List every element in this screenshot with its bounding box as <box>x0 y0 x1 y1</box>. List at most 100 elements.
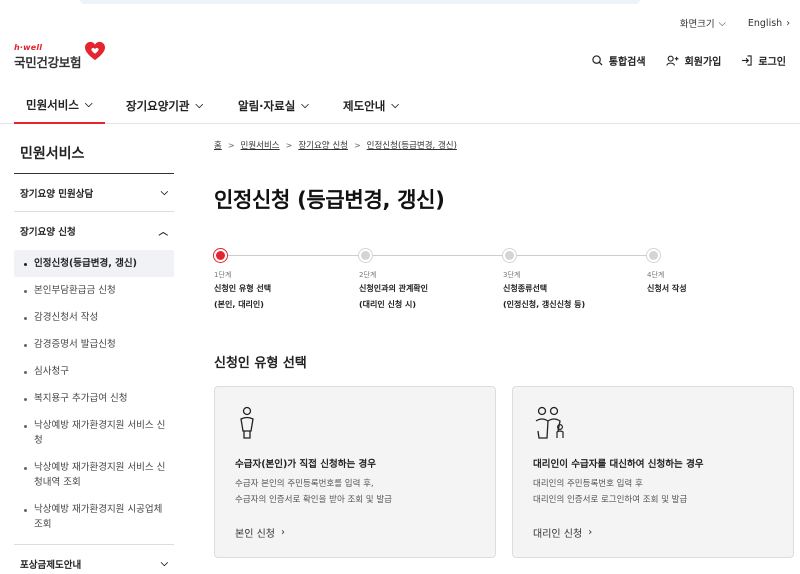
card-link-label: 대리인 신청 <box>533 529 583 540</box>
utility-bar: 화면크기 ⌵ English › <box>679 16 790 31</box>
language-label: English <box>747 17 783 29</box>
step-dot <box>503 249 516 262</box>
card-desc: 대리인의 인증서로 로그인하여 조회 및 발급 <box>533 495 688 505</box>
login-icon <box>742 55 753 66</box>
sidebar-group-label: 장기요양 신청 <box>20 227 76 238</box>
self-apply-card[interactable]: 수급자(본인)가 직접 신청하는 경우 수급자 본인의 주민등록번호를 입력 후… <box>214 386 496 558</box>
chevron-right-icon: > <box>353 140 361 150</box>
gnb-label: 민원서비스 <box>26 98 79 112</box>
chevron-down-icon: ⌵ <box>160 187 168 198</box>
search-button[interactable]: 통합검색 <box>592 53 646 68</box>
step-sublabel: (대리인 신청 시) <box>359 300 417 309</box>
sidebar-group-reward[interactable]: 포상금제도안내 ⌵ <box>14 545 174 574</box>
sidebar-item-refund[interactable]: 본인부담환급금 신청 <box>14 277 174 304</box>
page-title: 인정신청 (등급변경, 갱신) <box>214 188 445 212</box>
step-4: 4단계 신청서 작성 <box>647 249 687 296</box>
sidebar-item-certification[interactable]: 인정신청(등급변경, 갱신) <box>14 250 174 277</box>
font-size-label: 화면크기 <box>679 19 715 30</box>
step-1: 1단계 신청인 유형 선택 (본인, 대리인) <box>214 249 271 312</box>
step-dot-active <box>214 249 227 262</box>
sidebar-item-welfare-equipment[interactable]: 복지용구 추가급여 신청 <box>14 385 174 412</box>
card-desc: 수급자 본인의 주민등록번호를 입력 후, <box>235 479 374 489</box>
sidebar-item-review[interactable]: 심사청구 <box>14 358 174 385</box>
gnb-label: 제도안내 <box>343 99 386 113</box>
chevron-down-icon: ⌵ <box>84 99 93 110</box>
step-label: 신청종류선택 <box>503 284 548 293</box>
step-number: 1단계 <box>214 271 232 279</box>
step-3: 3단계 신청종류선택 (인정신청, 갱신신청 등) <box>503 249 585 312</box>
logo-brand: h·well <box>14 43 43 52</box>
gnb-item-care-institutions[interactable]: 장기요양기관 ⌵ <box>126 88 203 124</box>
font-size-menu[interactable]: 화면크기 ⌵ <box>679 16 726 31</box>
person-icon <box>235 405 475 441</box>
card-desc: 대리인의 주민등록번호 입력 후 <box>533 479 643 489</box>
chevron-right-icon: › <box>280 527 285 538</box>
sidebar: 민원서비스 장기요양 민원상담 ⌵ 장기요양 신청 ︿ 인정신청(등급변경, 갱신)… <box>14 124 174 574</box>
step-dot <box>647 249 660 262</box>
step-2: 2단계 신청인과의 관계확인 (대리인 신청 시) <box>359 249 428 312</box>
step-number: 2단계 <box>359 271 377 279</box>
step-label: 신청서 작성 <box>647 284 687 293</box>
global-nav: 민원서비스 ⌵ 장기요양기관 ⌵ 알림·자료실 ⌵ 제도안내 ⌵ <box>0 88 800 124</box>
site-logo[interactable]: h·well 국민건강보험 <box>14 41 105 71</box>
chevron-right-icon: › <box>786 17 790 29</box>
chevron-down-icon: ⌵ <box>391 100 399 111</box>
self-apply-link[interactable]: 본인 신청 › <box>235 525 475 540</box>
sidebar-item-reduction-form[interactable]: 감경신청서 작성 <box>14 304 174 331</box>
card-title: 대리인이 수급자를 대신하여 신청하는 경우 <box>533 459 704 470</box>
card-desc: 수급자의 인증서로 확인을 받아 조회 및 발급 <box>235 495 392 505</box>
step-track <box>220 255 660 256</box>
gnb-item-system-guide[interactable]: 제도안내 ⌵ <box>343 88 399 124</box>
chevron-right-icon: › <box>588 527 593 538</box>
chevron-right-icon: > <box>285 140 293 150</box>
gnb-item-civil-service[interactable]: 민원서비스 ⌵ <box>14 88 105 124</box>
sidebar-group-consult[interactable]: 장기요양 민원상담 ⌵ <box>14 174 174 212</box>
gnb-label: 장기요양기관 <box>126 99 190 113</box>
breadcrumb-item[interactable]: 장기요양 신청 <box>298 139 348 151</box>
logo-name: 국민건강보험 <box>14 55 82 70</box>
step-sublabel: (본인, 대리인) <box>214 300 264 309</box>
section-title: 신청인 유형 선택 <box>214 356 307 371</box>
heart-logo-icon <box>85 41 105 61</box>
language-menu[interactable]: English › <box>748 16 790 30</box>
step-number: 3단계 <box>503 271 521 279</box>
gnb-label: 알림·자료실 <box>238 99 296 113</box>
step-dot <box>359 249 372 262</box>
sidebar-item-reduction-cert[interactable]: 감경증명서 발급신청 <box>14 331 174 358</box>
sidebar-submenu: 인정신청(등급변경, 갱신) 본인부담환급금 신청 감경신청서 작성 감경증명서… <box>14 250 174 545</box>
add-user-icon <box>665 55 679 66</box>
sidebar-item-fall-prevention[interactable]: 낙상예방 재가환경지원 서비스 신청 <box>14 412 174 454</box>
sidebar-group-label: 포상금제도안내 <box>20 559 82 571</box>
sidebar-title: 민원서비스 <box>14 124 174 174</box>
join-label: 회원가입 <box>684 57 722 68</box>
gnb-item-notices[interactable]: 알림·자료실 ⌵ <box>238 88 309 124</box>
chevron-up-icon: ︿ <box>158 227 168 238</box>
proxy-apply-card[interactable]: 대리인이 수급자를 대신하여 신청하는 경우 대리인의 주민등록번호 입력 후 … <box>512 386 794 558</box>
card-link-label: 본인 신청 <box>235 529 275 540</box>
join-button[interactable]: 회원가입 <box>665 53 722 68</box>
breadcrumb-home[interactable]: 홈 <box>214 139 222 151</box>
sidebar-group-label: 장기요양 민원상담 <box>20 188 94 200</box>
login-label: 로그인 <box>758 57 786 68</box>
family-icon <box>533 405 773 441</box>
card-title: 수급자(본인)가 직접 신청하는 경우 <box>235 459 376 470</box>
header-actions: 통합검색 회원가입 로그인 <box>592 53 786 68</box>
chevron-down-icon: ⌵ <box>195 100 204 111</box>
proxy-apply-link[interactable]: 대리인 신청 › <box>533 525 773 540</box>
sidebar-group-apply[interactable]: 장기요양 신청 ︿ <box>14 212 174 250</box>
breadcrumb-current[interactable]: 인정신청(등급변경, 갱신) <box>367 139 457 151</box>
sidebar-item-fall-prevention-vendors[interactable]: 낙상예방 재가환경지원 시공업체 조회 <box>14 496 174 538</box>
search-icon <box>592 55 603 66</box>
sidebar-item-fall-prevention-history[interactable]: 낙상예방 재가환경지원 서비스 신청내역 조회 <box>14 454 174 496</box>
chevron-down-icon: ⌵ <box>301 100 309 111</box>
step-number: 4단계 <box>647 271 665 279</box>
chevron-right-icon: > <box>227 140 235 150</box>
step-sublabel: (인정신청, 갱신신청 등) <box>503 300 586 309</box>
chevron-down-icon: ⌵ <box>160 558 168 569</box>
search-label: 통합검색 <box>608 57 646 68</box>
step-label: 신청인 유형 선택 <box>214 284 272 293</box>
top-banner-strip <box>80 0 640 4</box>
login-button[interactable]: 로그인 <box>741 53 786 68</box>
breadcrumb-item[interactable]: 민원서비스 <box>241 139 280 151</box>
step-label: 신청인과의 관계확인 <box>359 284 429 293</box>
